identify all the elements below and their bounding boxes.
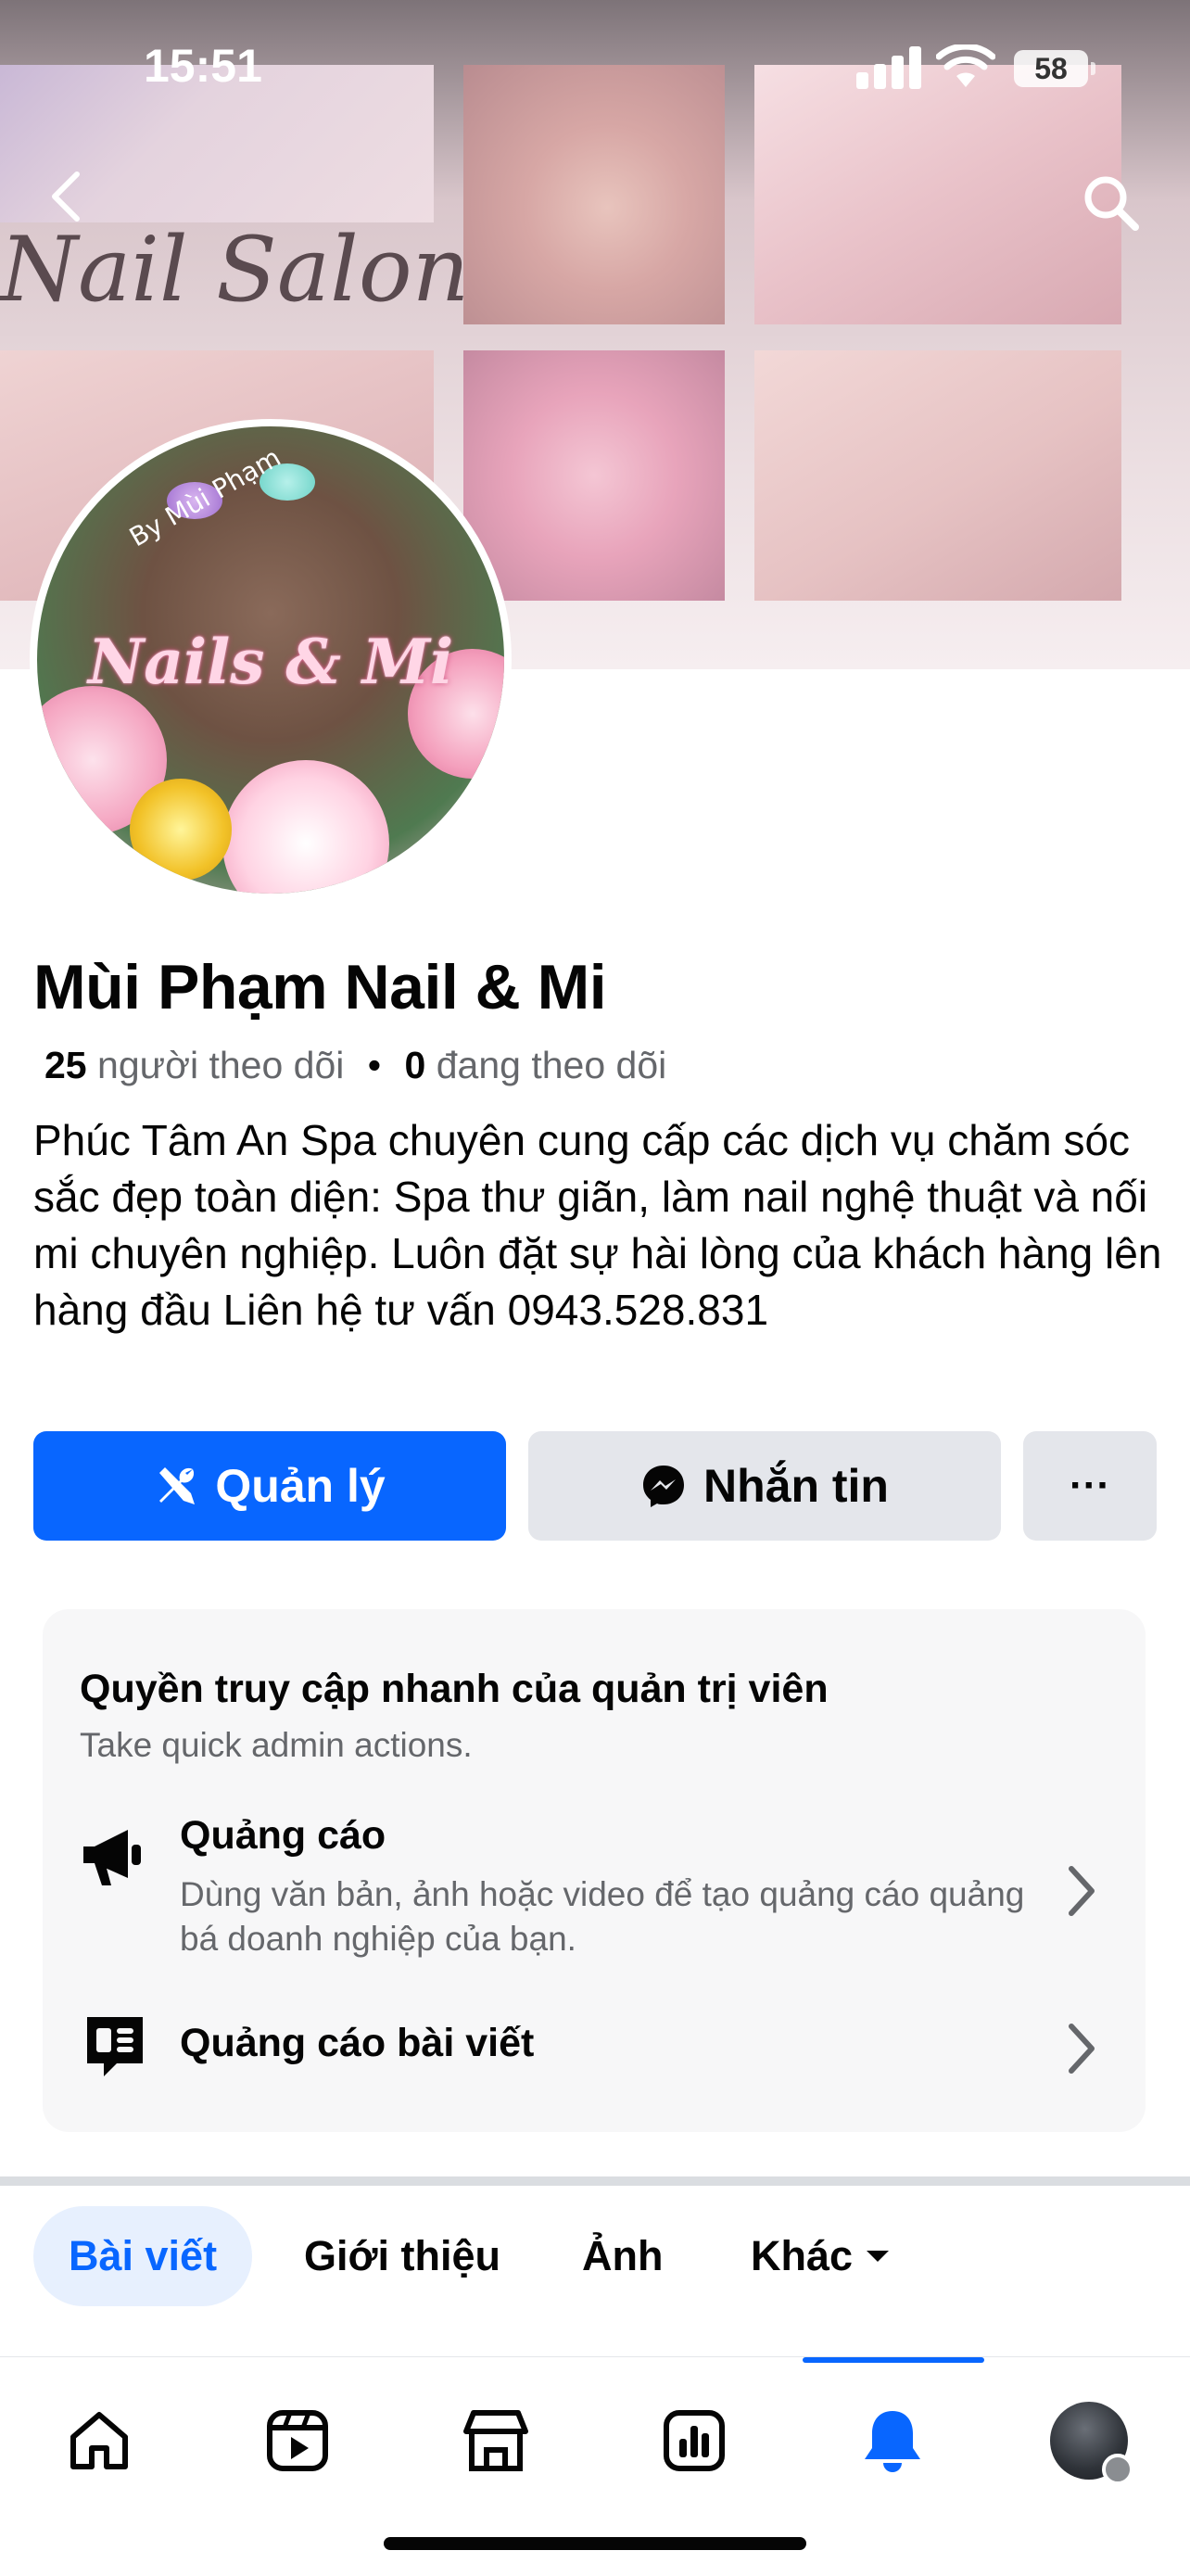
caret-down-icon: [867, 2251, 890, 2262]
boost-post-row-title: Quảng cáo bài viết: [180, 2021, 535, 2065]
tab-posts[interactable]: Bài viết: [33, 2206, 253, 2306]
menu-badge-icon: [1102, 2454, 1133, 2485]
separator: •: [367, 1044, 382, 1086]
back-arrow-icon[interactable]: [42, 169, 88, 224]
notifications-icon: [865, 2411, 920, 2472]
more-icon: ···: [1070, 1463, 1110, 1508]
nav-notifications[interactable]: [842, 2394, 943, 2487]
video-icon: [267, 2410, 328, 2471]
profile-tabs: Bài viết Giới thiệu Ảnh Khác: [0, 2206, 1190, 2314]
ads-row[interactable]: Quảng cáo Dùng văn bản, ảnh hoặc video đ…: [43, 1813, 1146, 1971]
nav-home[interactable]: [48, 2394, 150, 2487]
profile-picture[interactable]: By Mùi Phạm Nails & Mi: [30, 419, 512, 901]
cover-tile: [754, 350, 1121, 601]
more-options-button[interactable]: ···: [1023, 1431, 1157, 1541]
tab-label: Ảnh: [582, 2232, 664, 2279]
message-button[interactable]: Nhắn tin: [528, 1431, 1001, 1541]
followers-count: 25: [44, 1044, 87, 1086]
card-title: Quyền truy cập nhanh của quản trị viên: [80, 1667, 829, 1711]
insights-icon: [664, 2410, 725, 2471]
avatar-subtitle: By Mùi Phạm: [123, 441, 286, 553]
cover-tile: [463, 350, 725, 601]
nav-video[interactable]: [247, 2394, 348, 2487]
marketplace-icon: [463, 2410, 528, 2471]
boost-post-icon: [87, 2017, 143, 2076]
card-subtitle: Take quick admin actions.: [80, 1726, 473, 1764]
chevron-right-icon: [1069, 1866, 1095, 1916]
tab-photos[interactable]: Ảnh: [582, 2206, 663, 2306]
profile-avatar: [1050, 2402, 1133, 2485]
page-name: Mùi Phạm Nail & Mi: [33, 952, 607, 1022]
tab-about[interactable]: Giới thiệu: [304, 2206, 500, 2306]
following-label: đang theo dõi: [436, 1044, 667, 1086]
tab-label: Giới thiệu: [304, 2232, 500, 2279]
page-bio: Phúc Tâm An Spa chuyên cung cấp các dịch…: [33, 1116, 1162, 1334]
tab-label: Bài viết: [69, 2232, 218, 2279]
followers-label: người theo dõi: [97, 1044, 345, 1086]
avatar-title: Nails & Mi: [87, 626, 454, 698]
manage-button[interactable]: Quản lý: [33, 1431, 506, 1541]
following-count: 0: [404, 1044, 426, 1086]
avatar-flower: [222, 760, 389, 894]
avatar-flower: [130, 779, 232, 881]
home-icon: [70, 2412, 128, 2469]
admin-quick-actions-card: Quyền truy cập nhanh của quản trị viên T…: [43, 1609, 1146, 2132]
nav-insights[interactable]: [643, 2394, 745, 2487]
tools-icon: [159, 1467, 196, 1504]
ads-row-description: Dùng văn bản, ảnh hoặc video để tạo quản…: [180, 1875, 1025, 1958]
active-tab-indicator: [803, 2357, 984, 2363]
boost-post-row[interactable]: Quảng cáo bài viết: [43, 2002, 1146, 2095]
message-button-label: Nhắn tin: [703, 1460, 889, 1512]
nav-profile[interactable]: [1038, 2394, 1140, 2487]
ads-row-title: Quảng cáo: [180, 1813, 386, 1858]
search-icon[interactable]: [1080, 171, 1143, 235]
status-bar: 15:51 58: [0, 0, 1190, 139]
status-time: 15:51: [144, 40, 262, 92]
wifi-icon: [936, 44, 995, 87]
manage-button-label: Quản lý: [215, 1460, 386, 1512]
follow-stats[interactable]: 25 người theo dõi • 0 đang theo dõi: [44, 1044, 666, 1087]
cover-text: Nail Salon: [0, 218, 470, 322]
nav-marketplace[interactable]: [445, 2394, 547, 2487]
messenger-icon: [643, 1466, 684, 1507]
tab-more[interactable]: Khác: [751, 2206, 892, 2306]
home-indicator: [384, 2537, 806, 2550]
section-divider: [0, 2176, 1190, 2186]
megaphone-icon: [83, 1830, 141, 1885]
cellular-signal-icon: [856, 46, 921, 89]
battery-indicator: 58: [1014, 50, 1095, 87]
tab-label: Khác: [751, 2232, 854, 2279]
chevron-right-icon: [1069, 2024, 1095, 2074]
